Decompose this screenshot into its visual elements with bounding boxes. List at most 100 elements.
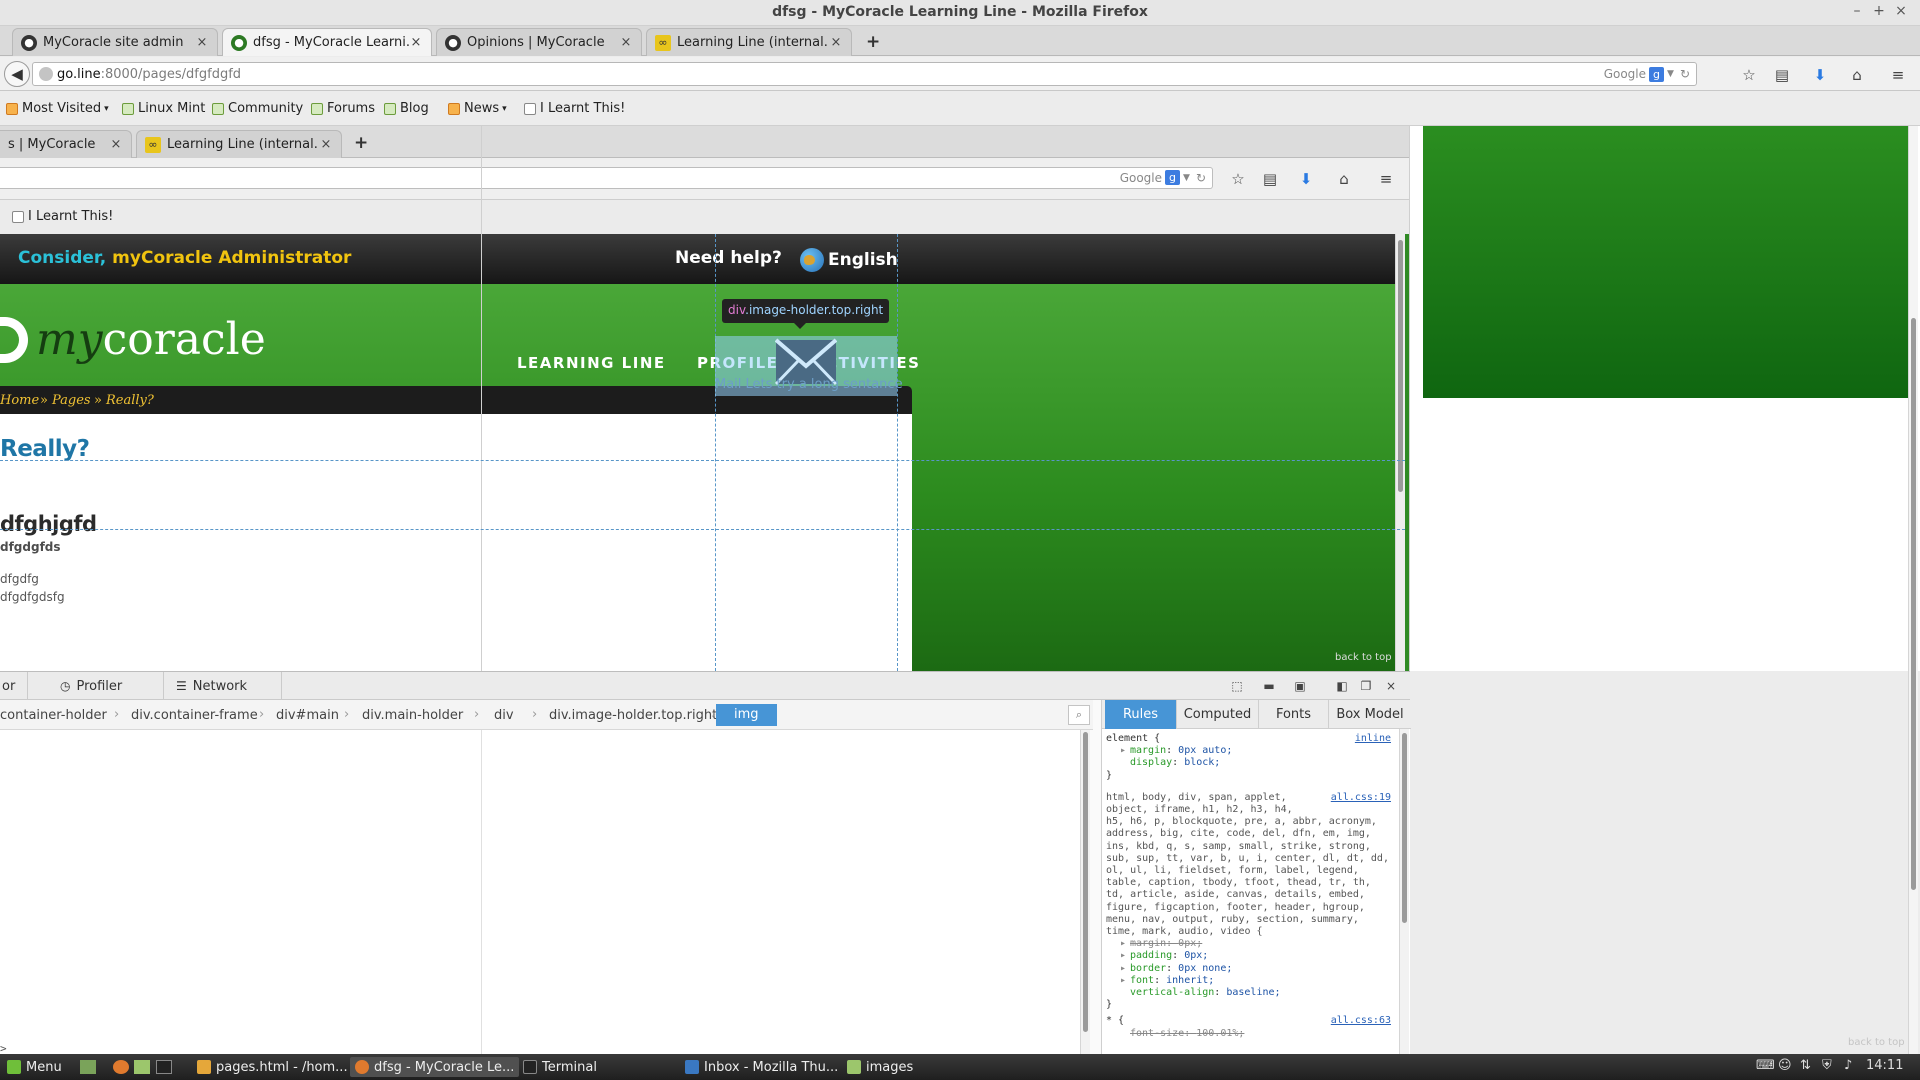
- css-property[interactable]: display: [1130, 757, 1172, 768]
- close-tab-icon[interactable]: ×: [829, 35, 843, 50]
- css-property[interactable]: border: [1130, 963, 1166, 974]
- scrollbar-thumb[interactable]: [1911, 318, 1916, 890]
- back-to-top-link[interactable]: back to top: [1335, 652, 1392, 663]
- tab-opinions[interactable]: ● Opinions | MyCoracle ×: [436, 28, 642, 56]
- breadcrumb-node[interactable]: div.image-holder.top.right: [549, 708, 717, 723]
- bookmark-linux-mint[interactable]: Linux Mint: [122, 101, 205, 116]
- taskbar-item-images[interactable]: images: [842, 1057, 918, 1077]
- close-tab-icon[interactable]: ×: [319, 137, 333, 152]
- css-value[interactable]: 0px;: [1184, 950, 1208, 961]
- close-tab-icon[interactable]: ×: [195, 35, 209, 50]
- terminal-icon[interactable]: [156, 1060, 172, 1074]
- download-icon[interactable]: ⬇: [1810, 65, 1830, 85]
- expand-icon[interactable]: ▸: [1120, 938, 1130, 950]
- search-icon[interactable]: ⌕: [1068, 705, 1090, 725]
- split-console-icon[interactable]: ▬: [1261, 678, 1277, 694]
- css-value[interactable]: 0px none;: [1178, 963, 1232, 974]
- menu-icon[interactable]: ≡: [1888, 65, 1908, 85]
- pick-element-icon[interactable]: ⬚: [1229, 678, 1245, 694]
- network-tray-icon[interactable]: ⇅: [1800, 1058, 1811, 1073]
- back-button[interactable]: ◀: [4, 61, 30, 87]
- taskbar-item-pages-html[interactable]: pages.html - /hom...: [192, 1057, 353, 1077]
- taskbar-item-thunderbird[interactable]: Inbox - Mozilla Thu...: [680, 1057, 843, 1077]
- breadcrumb-node[interactable]: div.container-frame: [131, 708, 258, 723]
- keyboard-icon[interactable]: ⌨: [1756, 1058, 1775, 1073]
- bookmark-news[interactable]: News ▾: [448, 101, 507, 116]
- close-devtools-icon[interactable]: ×: [1383, 678, 1399, 694]
- undock-icon[interactable]: ❐: [1358, 678, 1374, 694]
- rule-source-link[interactable]: all.css:19: [1331, 792, 1391, 804]
- need-help-link[interactable]: Need help?: [675, 248, 782, 268]
- css-value[interactable]: 100.01%;: [1196, 1028, 1244, 1039]
- volume-icon[interactable]: ♪: [1844, 1058, 1852, 1073]
- css-property[interactable]: vertical-align: [1130, 987, 1214, 998]
- tab-fonts[interactable]: Fonts: [1259, 700, 1329, 729]
- clock[interactable]: 14:11: [1866, 1058, 1903, 1073]
- expand-icon[interactable]: ▸: [1120, 950, 1130, 962]
- scrollbar-thumb[interactable]: [1083, 732, 1088, 1032]
- bookmark-star-icon[interactable]: ☆: [1739, 65, 1759, 85]
- files-icon[interactable]: [134, 1060, 150, 1074]
- maximize-button[interactable]: +: [1870, 3, 1888, 19]
- page-scrollbar[interactable]: [1395, 234, 1405, 671]
- user-icon[interactable]: ☺: [1778, 1058, 1792, 1073]
- expand-icon[interactable]: ▸: [1120, 963, 1130, 975]
- language-selector[interactable]: English: [800, 248, 898, 272]
- breadcrumb-node[interactable]: container-holder: [0, 708, 107, 723]
- breadcrumb-node[interactable]: div: [494, 708, 514, 723]
- inner-tab-learning-line[interactable]: ∞ Learning Line (internal... ×: [136, 130, 342, 158]
- home-icon[interactable]: ⌂: [1847, 65, 1867, 85]
- start-menu-button[interactable]: Menu: [2, 1057, 67, 1077]
- breadcrumb-node-selected[interactable]: img: [716, 704, 777, 726]
- tab-network[interactable]: ☰ Network: [164, 672, 282, 700]
- tab-computed[interactable]: Computed: [1177, 700, 1259, 729]
- new-tab-button[interactable]: +: [354, 133, 368, 153]
- css-value[interactable]: 0px;: [1178, 938, 1202, 949]
- new-tab-button[interactable]: +: [866, 32, 880, 52]
- nav-learning-line[interactable]: LEARNING LINE: [517, 354, 666, 372]
- css-value[interactable]: baseline;: [1226, 987, 1280, 998]
- css-property[interactable]: margin: [1130, 745, 1166, 756]
- bookmark-forums[interactable]: Forums: [311, 101, 375, 116]
- tab-rules[interactable]: Rules: [1105, 700, 1177, 729]
- expand-icon[interactable]: ▸: [1120, 975, 1130, 987]
- search-engine-indicator[interactable]: Google g ▼ ↻: [1604, 63, 1696, 85]
- rules-scrollbar[interactable]: [1399, 729, 1409, 1055]
- bookmark-most-visited[interactable]: Most Visited ▾: [6, 101, 109, 116]
- css-value[interactable]: 0px auto;: [1178, 745, 1232, 756]
- css-property[interactable]: margin: [1130, 938, 1166, 949]
- browser-scrollbar[interactable]: [1908, 126, 1918, 1054]
- taskbar-item-firefox[interactable]: dfsg - MyCoracle Le...: [350, 1057, 520, 1077]
- css-property[interactable]: font-size: [1130, 1028, 1184, 1039]
- reading-list-icon[interactable]: ▤: [1772, 65, 1792, 85]
- tab-dfsg[interactable]: ● dfsg - MyCoracle Learni... ×: [222, 28, 432, 56]
- firefox-icon[interactable]: [113, 1060, 129, 1074]
- css-value[interactable]: inherit;: [1166, 975, 1214, 986]
- close-tab-icon[interactable]: ×: [409, 35, 423, 50]
- tab-learning-line[interactable]: ∞ Learning Line (internal... ×: [646, 28, 852, 56]
- back-to-top-link[interactable]: back to top: [1848, 1037, 1905, 1048]
- close-tab-icon[interactable]: ×: [619, 35, 633, 50]
- tab-mycoracle-admin[interactable]: ● MyCoracle site admin ×: [12, 28, 218, 56]
- site-logo[interactable]: my coracle: [0, 314, 266, 365]
- close-tab-icon[interactable]: ×: [109, 137, 123, 152]
- rule-source-link[interactable]: inline: [1355, 733, 1391, 745]
- css-property[interactable]: font: [1130, 975, 1154, 986]
- scrollbar-thumb[interactable]: [1398, 240, 1403, 492]
- taskbar-item-terminal[interactable]: Terminal: [518, 1057, 602, 1077]
- inner-tab-opinions[interactable]: s | MyCoracle ×: [0, 130, 132, 158]
- show-desktop-icon[interactable]: [80, 1060, 96, 1074]
- minimize-button[interactable]: –: [1848, 3, 1866, 19]
- responsive-view-icon[interactable]: ▣: [1292, 678, 1308, 694]
- tab-inspector[interactable]: or: [0, 672, 28, 700]
- expand-icon[interactable]: ▸: [1120, 745, 1130, 757]
- bookmark-blog[interactable]: Blog: [384, 101, 429, 116]
- markup-view[interactable]: >: [0, 730, 1090, 1055]
- css-property[interactable]: padding: [1130, 950, 1172, 961]
- shield-icon[interactable]: ⛨: [1822, 1058, 1832, 1073]
- breadcrumb-node[interactable]: div.main-holder: [362, 708, 463, 723]
- close-window-button[interactable]: ×: [1892, 3, 1910, 19]
- dock-side-icon[interactable]: ◧: [1334, 678, 1350, 694]
- bookmark-community[interactable]: Community: [212, 101, 303, 116]
- css-value[interactable]: block;: [1184, 757, 1220, 768]
